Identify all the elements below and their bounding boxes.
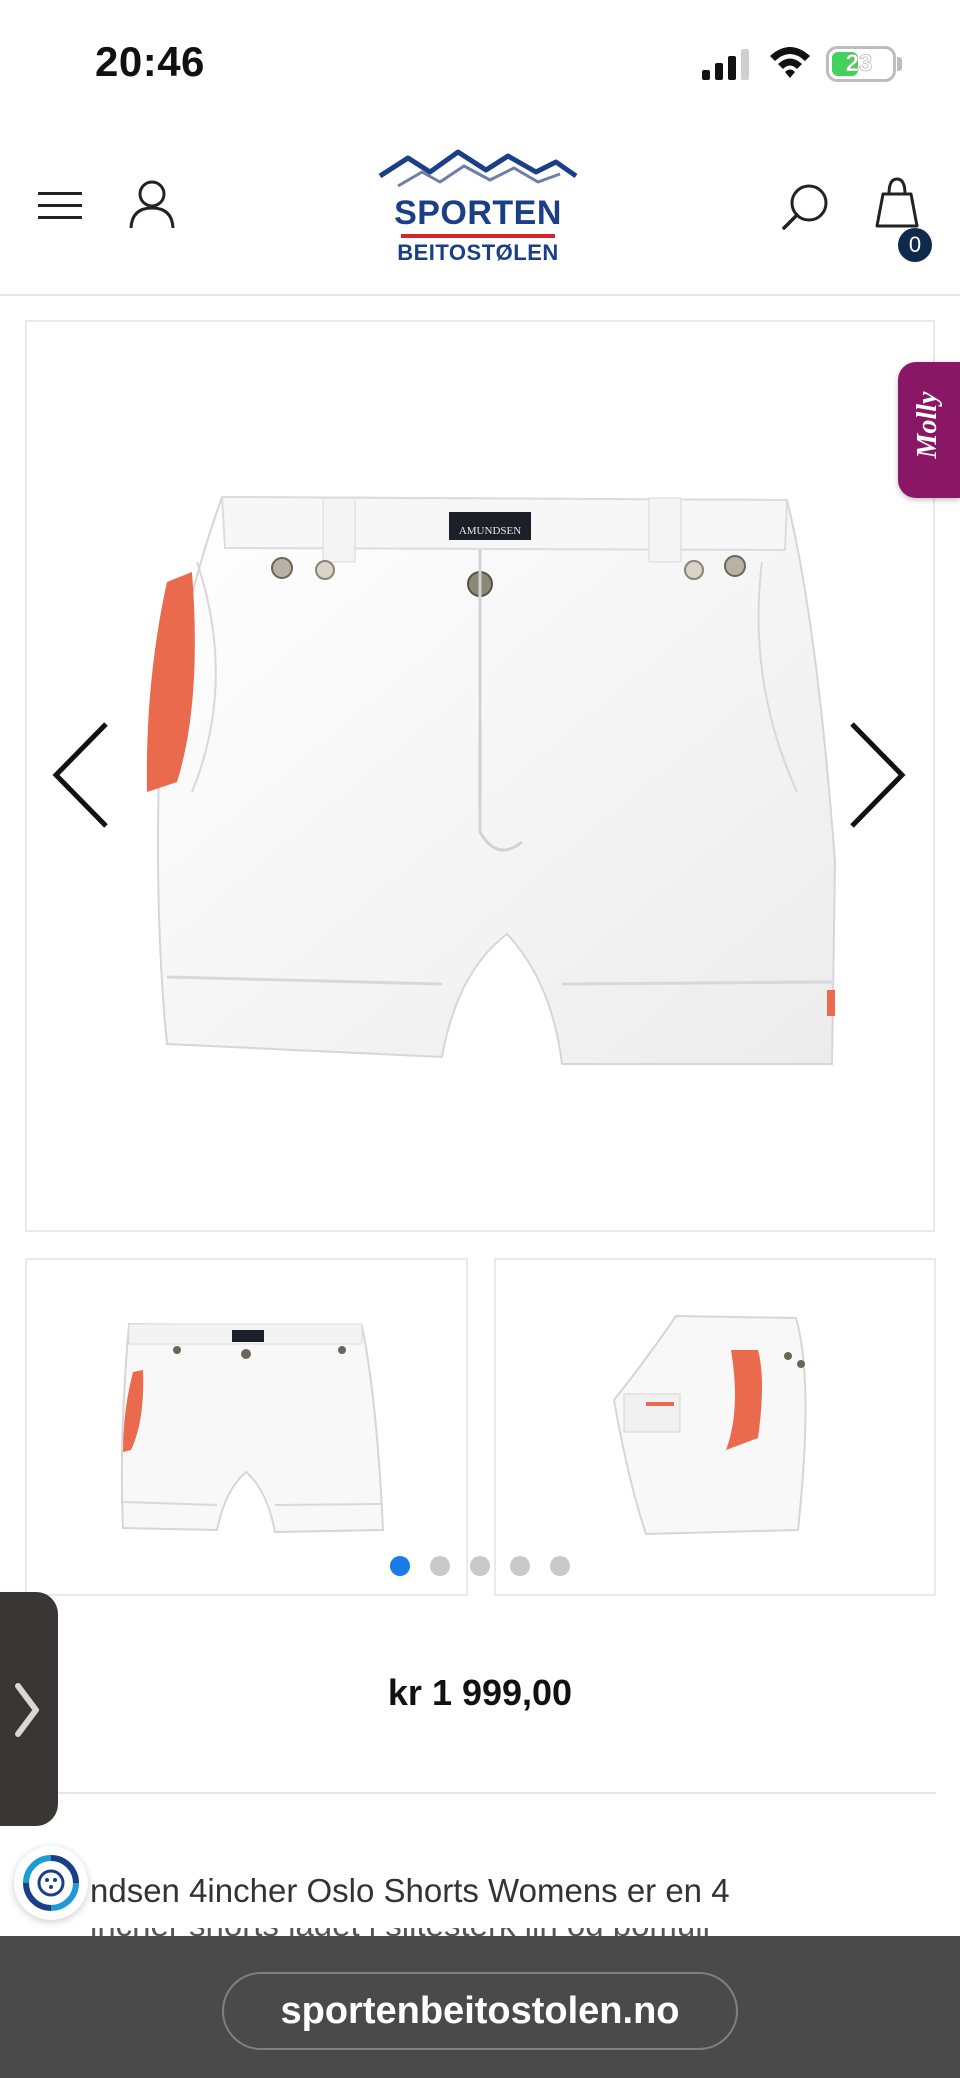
hamburger-menu-icon[interactable] — [38, 190, 82, 222]
logo-text-secondary: BEITOSTØLEN — [397, 240, 559, 265]
thumbnail-front-image — [120, 1322, 385, 1534]
cellular-signal-icon — [702, 49, 749, 80]
product-brand-label: AMUNDSEN — [459, 525, 521, 537]
gallery-dot[interactable] — [510, 1556, 530, 1576]
store-logo[interactable]: SPORTEN BEITOSTØLEN — [378, 146, 578, 266]
shopping-bag-icon[interactable] — [873, 176, 921, 228]
battery-icon: 23 — [826, 46, 896, 82]
product-price: kr 1 999,00 — [387, 1672, 573, 1713]
gallery-pagination — [390, 1556, 570, 1580]
logo-red-stripe — [401, 234, 555, 238]
next-image-arrow-icon[interactable] — [842, 720, 908, 830]
cart-count-badge[interactable]: 0 — [898, 228, 932, 262]
product-shorts-image: AMUNDSEN — [146, 495, 837, 1065]
molly-label: Molly — [912, 391, 943, 459]
previous-image-arrow-icon[interactable] — [50, 720, 116, 830]
wifi-icon — [770, 47, 810, 78]
gallery-dot[interactable] — [390, 1556, 410, 1576]
product-description-line-1: ndsen 4incher Oslo Shorts Womens er en 4 — [90, 1872, 730, 1909]
product-main-image[interactable]: AMUNDSEN — [25, 320, 935, 1232]
logo-text-primary: SPORTEN — [394, 194, 562, 232]
clock: 20:46 — [95, 38, 205, 85]
section-divider — [58, 1792, 936, 1794]
molly-chat-tab[interactable]: Molly — [898, 362, 960, 498]
account-icon[interactable] — [128, 178, 176, 230]
thumbnail-side-image — [612, 1314, 807, 1536]
search-icon[interactable] — [780, 182, 830, 232]
accessibility-widget-icon[interactable] — [14, 1846, 88, 1920]
status-bar: 20:46 23 — [0, 0, 960, 120]
browser-address-bar: sportenbeitostolen.no — [0, 1936, 960, 2078]
battery-cap — [897, 57, 902, 71]
site-header: SPORTEN BEITOSTØLEN 0 — [0, 120, 960, 296]
battery-level: 23 — [845, 50, 873, 78]
gallery-dot[interactable] — [550, 1556, 570, 1576]
thumbnail-front[interactable] — [25, 1258, 468, 1596]
thumbnail-side[interactable] — [494, 1258, 936, 1596]
gallery-dot[interactable] — [470, 1556, 490, 1576]
gallery-dot[interactable] — [430, 1556, 450, 1576]
mountain-logo-icon — [378, 149, 578, 188]
url-field[interactable]: sportenbeitostolen.no — [222, 1972, 738, 2050]
recycle-widget-icon — [23, 1855, 79, 1911]
